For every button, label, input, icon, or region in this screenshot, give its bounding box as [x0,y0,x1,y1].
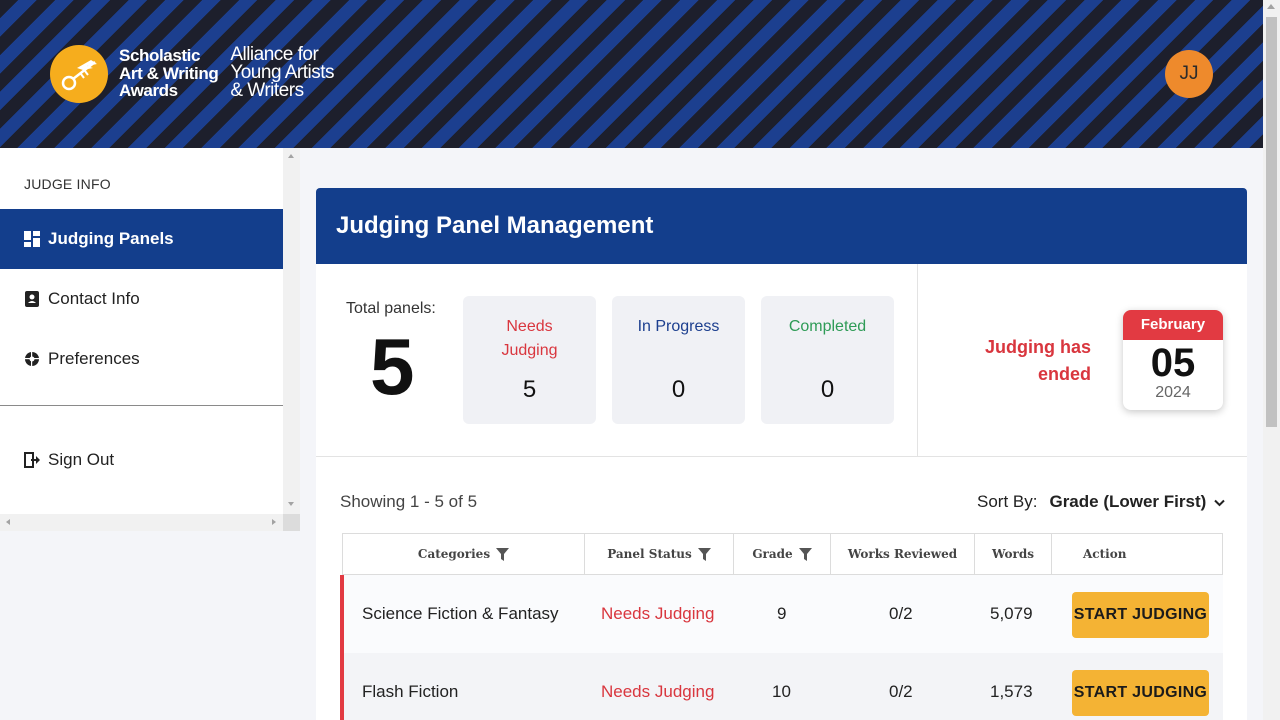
sidebar-item-judging-panels[interactable]: Judging Panels [0,209,283,269]
sidebar: JUDGE INFO Judging Panels Contact Info P… [0,148,300,720]
stat-completed: Completed 0 [761,296,894,424]
logo-key-icon [50,45,108,103]
total-panels-label: Total panels: [346,300,436,317]
stat-label: Needs Judging [501,318,558,359]
judging-panel-card: Judging Panel Management Total panels: 5… [316,188,1247,720]
column-header-works-reviewed[interactable]: Works Reviewed [831,533,975,575]
sidebar-item-preferences[interactable]: Preferences [0,329,283,389]
page-scrollbar-thumb[interactable] [1266,17,1277,427]
scroll-up-arrow-icon[interactable] [288,154,294,158]
logo-title: Scholastic Art & Writing Awards [119,46,219,100]
row-words: 5,079 [990,604,1033,623]
row-category: Science Fiction & Fantasy [362,604,559,623]
sign-out-icon [24,452,40,468]
table-row: Science Fiction & Fantasy Needs Judging … [340,575,1223,653]
scrollbar-corner [283,514,300,531]
sidebar-item-label: Judging Panels [48,229,174,248]
stat-value: 0 [820,376,835,403]
judging-status-message: Judging has ended [984,337,1091,384]
sidebar-section-title: JUDGE INFO [24,176,111,192]
dashboard-icon [24,231,40,247]
sidebar-divider [0,405,283,406]
filter-icon[interactable] [697,547,711,561]
sort-select-value[interactable]: Grade (Lower First) [1049,492,1206,512]
sign-out-label: Sign Out [48,450,115,469]
row-panel-status: Needs Judging [601,604,715,623]
calendar-month: February [1123,310,1223,340]
scholastic-logo[interactable]: Scholastic Art & Writing Awards Alliance… [50,44,335,103]
row-grade: 9 [777,604,787,623]
stat-label: Completed [788,318,867,335]
sidebar-horizontal-scrollbar[interactable] [0,514,283,531]
page-scrollbar[interactable] [1263,0,1280,720]
sign-out-button[interactable]: Sign Out [0,430,283,490]
settings-gear-icon [24,351,40,367]
sidebar-vertical-scrollbar[interactable] [283,148,300,514]
start-judging-button[interactable]: START JUDGING [1072,592,1209,638]
deadline-calendar: February 05 2024 [1123,310,1223,410]
scroll-right-arrow-icon[interactable] [272,519,276,525]
sort-label: Sort By: [977,492,1038,511]
scroll-up-arrow-icon[interactable] [1267,4,1275,9]
row-works-reviewed: 0/2 [889,682,913,701]
scroll-down-arrow-icon[interactable] [288,502,294,506]
column-header-action: Action [1052,533,1223,575]
logo-subtitle: Alliance for Young Artists & Writers [230,44,335,101]
start-judging-button[interactable]: START JUDGING [1072,670,1209,716]
results-count: Showing 1 - 5 of 5 [340,492,478,511]
contact-card-icon [24,291,40,307]
stat-value: 0 [671,376,686,403]
row-words: 1,573 [990,682,1033,701]
column-header-words[interactable]: Words [975,533,1052,575]
stats-divider [917,264,918,457]
sidebar-nav: JUDGE INFO Judging Panels Contact Info P… [0,148,283,514]
column-header-grade[interactable]: Grade [734,533,831,575]
calendar-day: 05 [1150,341,1196,385]
column-header-categories[interactable]: Categories [342,533,585,575]
filter-icon[interactable] [496,547,510,561]
user-avatar[interactable]: JJ [1165,50,1213,98]
page-title: Judging Panel Management [316,188,1247,264]
stat-label: In Progress [637,318,720,335]
sort-control[interactable]: Sort By: Grade (Lower First) [977,492,1225,512]
row-category: Flash Fiction [362,682,459,701]
chevron-down-icon[interactable] [1214,492,1225,512]
site-header: Scholastic Art & Writing Awards Alliance… [0,0,1263,148]
row-works-reviewed: 0/2 [889,604,913,623]
stat-value: 5 [522,376,537,403]
stats-panel: Total panels: 5 Needs Judging 5 In Progr… [316,264,1247,457]
calendar-year: 2024 [1155,384,1191,401]
row-grade: 10 [772,682,791,701]
total-panels-value: 5 [370,322,415,411]
stat-needs-judging: Needs Judging 5 [463,296,596,424]
sidebar-item-contact-info[interactable]: Contact Info [0,269,283,329]
sidebar-item-label: Contact Info [48,289,140,308]
filter-icon[interactable] [798,547,812,561]
stat-in-progress: In Progress 0 [612,296,745,424]
scroll-left-arrow-icon[interactable] [6,519,10,525]
row-panel-status: Needs Judging [601,682,715,701]
table-row: Flash Fiction Needs Judging 10 0/2 1,573… [340,653,1223,720]
sidebar-item-label: Preferences [48,349,140,368]
column-header-panel-status[interactable]: Panel Status [585,533,734,575]
